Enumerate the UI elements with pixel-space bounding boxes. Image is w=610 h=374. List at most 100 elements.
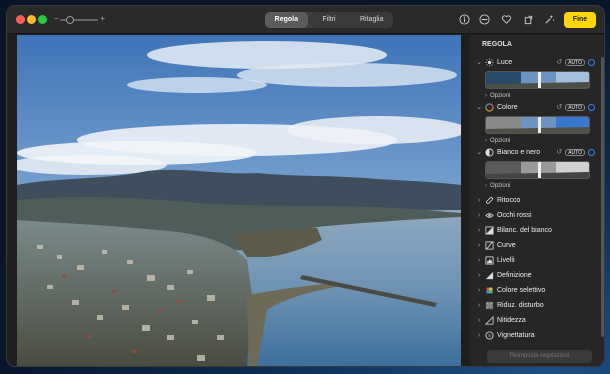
minimize-window-button[interactable] [27,15,36,24]
section-colore-selettivo-label: Colore selettivo [497,287,546,294]
colore-options-label: Opzioni [490,138,511,144]
magic-wand-icon[interactable] [544,14,556,26]
luce-options[interactable]: › Opzioni [485,93,510,99]
chevron-right-icon: › [485,138,487,144]
section-ritocco-label: Ritocco [497,197,521,204]
chevron-right-icon: › [477,287,481,294]
section-luce-label: Luce [497,58,513,66]
bandage-icon [484,196,494,206]
section-definizione-label: Definizione [497,272,532,279]
vignette-icon [484,331,494,341]
sidebar-scrollbar[interactable] [601,57,604,337]
close-window-button[interactable] [16,15,25,24]
zoom-in-icon: + [100,14,105,23]
tab-filtri[interactable]: Filtri [308,12,351,28]
bianco-e-nero-slider-handle[interactable] [538,162,541,178]
selective-color-icon [484,286,494,296]
auto-button[interactable]: AUTO [565,103,585,111]
chevron-right-icon: › [477,197,481,204]
chevron-right-icon: › [477,272,481,279]
luce-options-label: Opzioni [490,93,511,99]
section-definizione[interactable]: › Definizione [475,269,595,282]
bianco-e-nero-options-label: Opzioni [490,183,511,189]
auto-button[interactable]: AUTO [565,148,585,156]
enable-toggle[interactable] [588,58,595,66]
zoom-out-icon: − [54,14,59,23]
noise-icon [484,301,494,311]
chevron-right-icon: › [477,212,481,219]
colore-slider-handle[interactable] [538,117,541,133]
section-livelli-label: Livelli [497,257,515,264]
color-circle-icon [484,102,494,112]
colore-options[interactable]: › Opzioni [485,138,510,144]
zoom-slider[interactable]: − + [54,14,105,25]
sharpen-icon [484,316,494,326]
zoom-slider-knob[interactable] [66,16,74,24]
white-balance-icon [484,226,494,236]
heart-icon[interactable] [501,14,513,26]
section-nitidezza-label: Nitidezza [497,317,526,324]
section-nitidezza[interactable]: › Nitidezza [475,314,595,327]
section-bilanc-del-bianco[interactable]: › Bilanc. del bianco [475,224,595,237]
chevron-down-icon[interactable]: ⌄ [475,103,483,111]
section-riduz-disturbo-label: Riduz. disturbo [497,302,544,309]
reset-adjustments-button[interactable]: Reimposta regolazioni [487,350,592,363]
tab-regola[interactable]: Regola [265,12,308,28]
section-bianco-e-nero-header[interactable]: ⌄ Bianco e nero ↺ AUTO [475,146,595,158]
eye-icon [484,211,494,221]
chevron-right-icon: › [477,227,481,234]
tab-ritaglia[interactable]: Ritaglia [350,12,393,28]
photo-canvas[interactable] [17,35,461,366]
chevron-right-icon: › [485,93,487,99]
section-livelli[interactable]: › Livelli [475,254,595,267]
section-occhi-rossi-label: Occhi rossi [497,212,532,219]
rotate-icon[interactable] [523,14,535,26]
chevron-right-icon: › [477,302,481,309]
levels-icon [484,256,494,266]
section-colore-selettivo[interactable]: › Colore selettivo [475,284,595,297]
luce-slider-handle[interactable] [538,72,541,88]
section-riduz-disturbo[interactable]: › Riduz. disturbo [475,299,595,312]
section-luce-header[interactable]: ⌄ Luce ↺ AUTO [475,56,595,68]
done-button[interactable]: Fine [564,12,596,28]
section-ritocco[interactable]: › Ritocco [475,194,595,207]
undo-icon[interactable]: ↺ [556,58,562,66]
chevron-down-icon[interactable]: ⌄ [475,148,483,156]
section-vignettatura-label: Vignettatura [497,332,535,339]
undo-icon[interactable]: ↺ [556,103,562,111]
colore-filmstrip[interactable] [485,116,590,134]
enable-toggle[interactable] [588,103,595,111]
landscape-photo [17,35,461,366]
adjustments-sidebar: REGOLA ⌄ Luce ↺ AUTO › Opzioni ⌄ Colore … [470,35,604,366]
chevron-right-icon: › [485,183,487,189]
edit-mode-tabs: Regola Filtri Ritaglia [265,12,393,28]
undo-icon[interactable]: ↺ [556,148,562,156]
minus-circle-icon[interactable] [479,14,491,26]
section-occhi-rossi[interactable]: › Occhi rossi [475,209,595,222]
auto-button[interactable]: AUTO [565,58,585,66]
sidebar-title: REGOLA [482,41,512,48]
bianco-e-nero-filmstrip[interactable] [485,161,590,179]
definition-icon [484,271,494,281]
bianco-e-nero-options[interactable]: › Opzioni [485,183,510,189]
sun-icon [484,57,494,67]
section-vignettatura[interactable]: › Vignettatura [475,329,595,342]
section-bianco-e-nero-label: Bianco e nero [497,148,541,156]
section-bilanc-del-bianco-label: Bilanc. del bianco [497,227,552,234]
maximize-window-button[interactable] [38,15,47,24]
section-curve-label: Curve [497,242,516,249]
photos-edit-window: − + Regola Filtri Ritaglia Fine REGOLA ⌄… [6,5,605,367]
chevron-right-icon: › [477,242,481,249]
section-curve[interactable]: › Curve [475,239,595,252]
chevron-right-icon: › [477,257,481,264]
section-colore-header[interactable]: ⌄ Colore ↺ AUTO [475,101,595,113]
half-circle-icon [484,147,494,157]
luce-filmstrip[interactable] [485,71,590,89]
chevron-down-icon[interactable]: ⌄ [475,58,483,66]
toolbar: − + Regola Filtri Ritaglia Fine [7,6,604,34]
chevron-right-icon: › [477,332,481,339]
info-icon[interactable] [459,14,471,26]
chevron-right-icon: › [477,317,481,324]
enable-toggle[interactable] [588,148,595,156]
curves-icon [484,241,494,251]
